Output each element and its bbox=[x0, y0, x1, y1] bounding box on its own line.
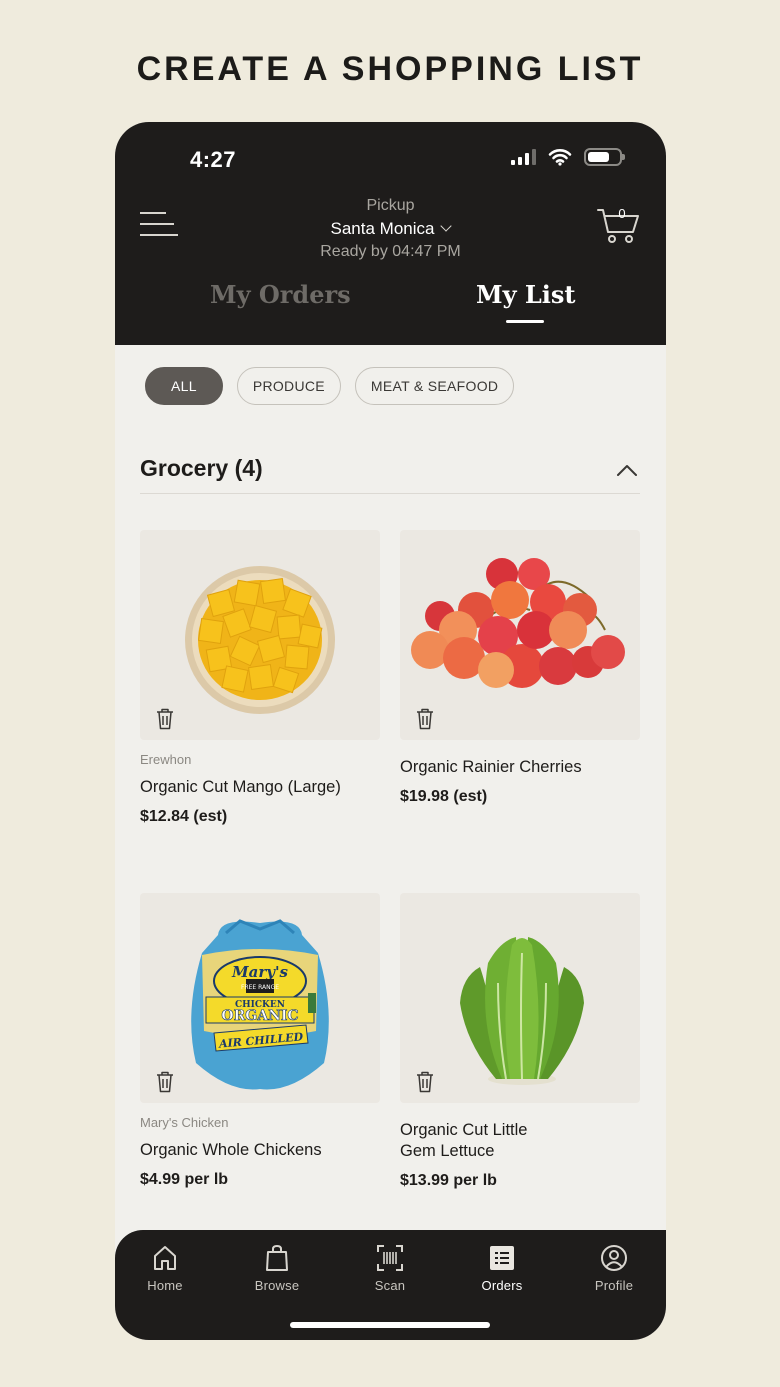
product-image[interactable] bbox=[400, 530, 640, 740]
home-icon bbox=[154, 1246, 176, 1270]
bag-icon bbox=[266, 1244, 288, 1271]
nav-orders[interactable]: Orders bbox=[457, 1244, 547, 1293]
product-name[interactable]: Organic Whole Chickens bbox=[140, 1140, 380, 1161]
product-price: $12.84 (est) bbox=[140, 808, 228, 825]
nav-home-label: Home bbox=[147, 1278, 183, 1293]
lettuce-image bbox=[460, 937, 584, 1085]
tab-my-list[interactable]: My List bbox=[476, 280, 575, 309]
product-price: $13.99 per lb bbox=[400, 1172, 497, 1189]
product-image[interactable] bbox=[400, 893, 640, 1103]
product-image[interactable]: Mary's FREE RANGE CHICKEN ORGANIC AIR CH… bbox=[140, 893, 380, 1103]
home-indicator bbox=[290, 1322, 490, 1328]
section-title: Grocery (4) bbox=[140, 455, 263, 481]
product-image[interactable] bbox=[140, 530, 380, 740]
product-card: Organic Cut Little Gem Lettuce $13.99 pe… bbox=[400, 893, 640, 1190]
nav-scan-label: Scan bbox=[374, 1278, 406, 1293]
ready-time: Ready by 04:47 PM bbox=[320, 243, 461, 260]
nav-profile-label: Profile bbox=[594, 1278, 634, 1293]
cherries-image bbox=[411, 558, 625, 688]
product-card: Mary's FREE RANGE CHICKEN ORGANIC AIR CH… bbox=[140, 893, 380, 1189]
status-icons bbox=[511, 148, 625, 166]
phone-screen: 4:27 Pickup Santa Monica Ready by 04:47 … bbox=[115, 122, 666, 1340]
store-selector[interactable]: Santa Monica bbox=[115, 219, 666, 239]
whole-chicken-image: Mary's FREE RANGE CHICKEN ORGANIC AIR CH… bbox=[191, 919, 329, 1090]
nav-browse-label: Browse bbox=[254, 1278, 300, 1293]
status-time: 4:27 bbox=[190, 147, 237, 172]
chicken-range-text: FREE RANGE bbox=[241, 984, 279, 991]
list-icon bbox=[490, 1246, 514, 1270]
profile-icon bbox=[601, 1245, 627, 1271]
nav-orders-label: Orders bbox=[481, 1278, 523, 1293]
trash-icon[interactable] bbox=[156, 708, 174, 730]
section-header: Grocery (4) bbox=[140, 455, 640, 495]
product-brand: Mary's Chicken bbox=[140, 1115, 229, 1130]
pickup-mode: Pickup bbox=[366, 197, 415, 214]
section-divider bbox=[140, 493, 640, 494]
wifi-icon bbox=[548, 149, 572, 166]
nav-profile[interactable]: Profile bbox=[569, 1244, 659, 1293]
product-name[interactable]: Organic Cut Mango (Large) bbox=[140, 777, 380, 798]
product-name[interactable]: Organic Cut Little Gem Lettuce bbox=[400, 1120, 560, 1162]
filter-produce[interactable]: PRODUCE bbox=[236, 367, 341, 405]
store-name: Santa Monica bbox=[330, 219, 435, 238]
product-price: $4.99 per lb bbox=[140, 1171, 229, 1188]
trash-icon[interactable] bbox=[416, 1071, 434, 1093]
chevron-down-icon bbox=[440, 220, 453, 232]
active-tab-indicator bbox=[506, 320, 544, 323]
mango-bowl-image bbox=[185, 566, 335, 714]
tab-my-orders[interactable]: My Orders bbox=[210, 280, 351, 309]
tab-bar: My Orders My List bbox=[115, 280, 666, 330]
product-price: $19.98 (est) bbox=[400, 788, 488, 805]
product-card: Organic Rainier Cherries $19.98 (est) bbox=[400, 530, 640, 806]
product-brand: Erewhon bbox=[140, 752, 192, 767]
barcode-icon bbox=[377, 1245, 403, 1271]
filter-chips: ALL PRODUCE MEAT & SEAFOOD bbox=[145, 367, 515, 405]
chevron-up-icon[interactable] bbox=[616, 463, 638, 477]
product-card: Erewhon Organic Cut Mango (Large) $12.84… bbox=[140, 530, 380, 826]
trash-icon[interactable] bbox=[156, 1071, 174, 1093]
signal-icon bbox=[511, 149, 536, 165]
trash-icon[interactable] bbox=[416, 708, 434, 730]
cart-count: 0 bbox=[618, 206, 626, 221]
pickup-selector: Pickup Santa Monica Ready by 04:47 PM bbox=[115, 197, 666, 261]
chicken-organic-text: ORGANIC bbox=[221, 1008, 298, 1024]
nav-home[interactable]: Home bbox=[120, 1244, 210, 1293]
filter-all[interactable]: ALL bbox=[145, 367, 223, 405]
product-name[interactable]: Organic Rainier Cherries bbox=[400, 757, 640, 778]
cart-button[interactable]: 0 bbox=[597, 206, 641, 244]
app-header: 4:27 Pickup Santa Monica Ready by 04:47 … bbox=[115, 122, 666, 345]
battery-icon bbox=[584, 148, 625, 166]
chicken-brand-text: Mary's bbox=[231, 963, 289, 981]
filter-meat-seafood[interactable]: MEAT & SEAFOOD bbox=[354, 367, 515, 405]
nav-browse[interactable]: Browse bbox=[232, 1244, 322, 1293]
nav-scan[interactable]: Scan bbox=[345, 1244, 435, 1293]
promo-title: CREATE A SHOPPING LIST bbox=[136, 50, 644, 88]
